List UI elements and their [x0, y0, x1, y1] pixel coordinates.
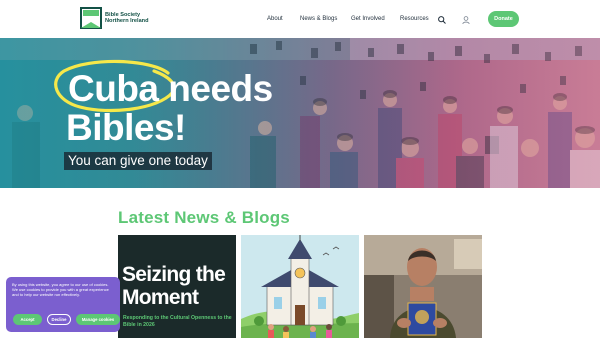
hero-subtitle: You can give one today [64, 152, 212, 170]
nav-item-get-involved[interactable]: Get Involved [351, 16, 385, 22]
news-card-man-with-bible[interactable] [364, 235, 482, 338]
cookie-text: By using this website, you agree to our … [12, 282, 109, 297]
search-icon[interactable] [437, 15, 447, 25]
nav-item-news-blogs[interactable]: News & Blogs [300, 16, 337, 22]
hero-headline-line-2: Bibles! [66, 107, 186, 148]
hero-banner[interactable]: Cuba needs Bibles! You can give one toda… [0, 38, 600, 188]
news-card-seizing-the-moment[interactable]: Seizing the Moment Responding to the Cul… [118, 235, 236, 338]
nav-item-resources[interactable]: Resources [400, 16, 429, 22]
card-title: Seizing the Moment [122, 263, 226, 309]
card-title-line-2: Moment [122, 286, 199, 309]
man-holding-bible-photo [364, 235, 482, 338]
site-header: Bible Society Northern Ireland About New… [0, 0, 600, 38]
donate-button[interactable]: Donate [488, 11, 519, 27]
news-card-church[interactable] [241, 235, 359, 338]
cookie-banner: By using this website, you agree to our … [6, 277, 120, 332]
cookie-manage-button[interactable]: Manage cookies [76, 314, 120, 325]
hero-headline-line-1: Cuba needs [68, 68, 273, 109]
page: Bible Society Northern Ireland About New… [0, 0, 600, 338]
card-subtitle: Responding to the Cultural Openness to t… [123, 315, 232, 328]
cookie-decline-button[interactable]: Decline [47, 314, 71, 325]
user-icon[interactable] [461, 15, 471, 25]
news-section-title: Latest News & Blogs [118, 208, 290, 227]
cookie-accept-button[interactable]: Accept [13, 314, 42, 325]
nav-item-about[interactable]: About [267, 16, 283, 22]
card-title-line-1: Seizing the [122, 263, 226, 286]
church-illustration [241, 235, 359, 338]
